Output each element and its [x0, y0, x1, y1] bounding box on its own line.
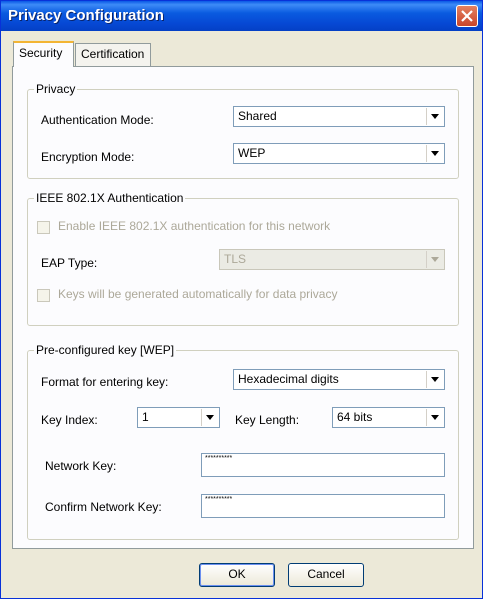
- key-index-value: 1: [142, 410, 149, 424]
- key-length-label: Key Length:: [235, 413, 300, 427]
- network-key-label: Network Key:: [45, 459, 117, 473]
- eap-type-value: TLS: [224, 252, 247, 266]
- key-length-select[interactable]: 64 bits: [332, 407, 445, 428]
- key-format-dropdown-button[interactable]: [426, 371, 443, 388]
- chevron-down-icon: [431, 257, 439, 262]
- eap-type-dropdown-button[interactable]: [426, 251, 443, 268]
- encryption-mode-label: Encryption Mode:: [41, 150, 135, 164]
- key-format-value: Hexadecimal digits: [238, 372, 339, 386]
- encryption-mode-select[interactable]: WEP: [233, 143, 445, 164]
- ieee-8021x-group-legend: IEEE 802.1X Authentication: [34, 191, 186, 205]
- key-index-dropdown-button[interactable]: [201, 409, 218, 426]
- authentication-mode-select[interactable]: Shared: [233, 106, 445, 127]
- key-index-label: Key Index:: [41, 413, 98, 427]
- close-button[interactable]: [456, 5, 478, 27]
- key-length-dropdown-button[interactable]: [426, 409, 443, 426]
- chevron-down-icon: [431, 415, 439, 420]
- auto-keys-checkbox[interactable]: [37, 289, 50, 302]
- eap-type-label: EAP Type:: [41, 256, 98, 270]
- chevron-down-icon: [431, 114, 439, 119]
- privacy-group-legend: Privacy: [34, 82, 78, 96]
- encryption-mode-dropdown-button[interactable]: [426, 145, 443, 162]
- close-icon: [461, 10, 473, 22]
- key-format-label: Format for entering key:: [41, 375, 169, 389]
- authentication-mode-value: Shared: [238, 109, 277, 123]
- ok-button[interactable]: OK: [199, 563, 275, 587]
- ieee-8021x-group: IEEE 802.1X Authentication Enable IEEE 8…: [27, 191, 459, 326]
- chevron-down-icon: [431, 377, 439, 382]
- confirm-network-key-label: Confirm Network Key:: [45, 500, 162, 514]
- authentication-mode-label: Authentication Mode:: [41, 113, 154, 127]
- tab-panel-security: Privacy Authentication Mode: Shared Encr…: [12, 66, 474, 549]
- encryption-mode-value: WEP: [238, 146, 266, 160]
- title-bar[interactable]: Privacy Configuration: [1, 1, 482, 31]
- confirm-network-key-input[interactable]: **********: [201, 494, 445, 518]
- chevron-down-icon: [431, 151, 439, 156]
- enable-8021x-label: Enable IEEE 802.1X authentication for th…: [58, 219, 331, 233]
- network-key-input[interactable]: **********: [201, 453, 445, 477]
- key-index-select[interactable]: 1: [137, 407, 220, 428]
- window-title: Privacy Configuration: [8, 7, 164, 24]
- tab-security[interactable]: Security: [13, 41, 74, 67]
- privacy-configuration-dialog: Privacy Configuration Security Certifica…: [0, 0, 483, 599]
- authentication-mode-dropdown-button[interactable]: [426, 108, 443, 125]
- key-length-value: 64 bits: [337, 410, 373, 424]
- chevron-down-icon: [206, 415, 214, 420]
- privacy-group: Privacy Authentication Mode: Shared Encr…: [27, 82, 459, 179]
- cancel-button[interactable]: Cancel: [288, 563, 364, 587]
- enable-8021x-checkbox[interactable]: [37, 221, 50, 234]
- tab-certification[interactable]: Certification: [75, 43, 151, 67]
- wep-key-group-legend: Pre-configured key [WEP]: [34, 343, 177, 357]
- wep-key-group: Pre-configured key [WEP] Format for ente…: [27, 343, 459, 540]
- auto-keys-label: Keys will be generated automatically for…: [58, 287, 338, 301]
- eap-type-select[interactable]: TLS: [219, 249, 445, 270]
- key-format-select[interactable]: Hexadecimal digits: [233, 369, 445, 390]
